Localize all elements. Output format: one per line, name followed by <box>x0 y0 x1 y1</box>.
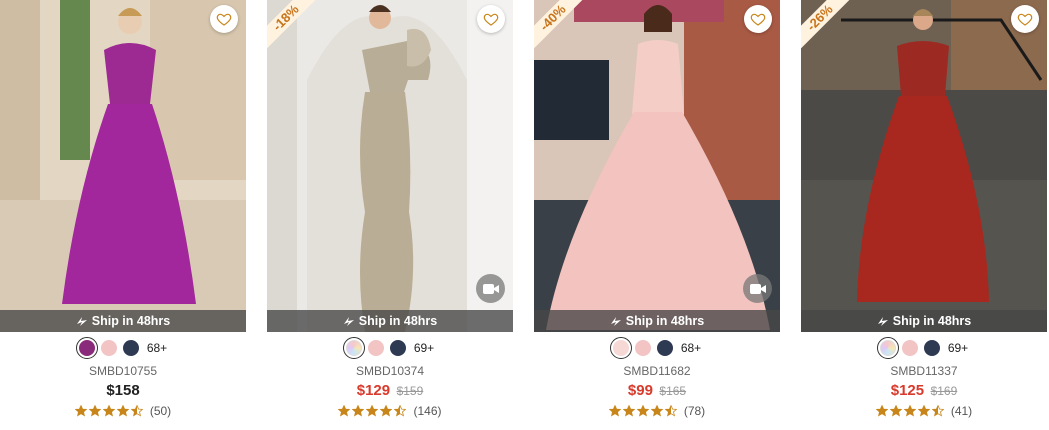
product-image[interactable] <box>0 0 246 332</box>
review-count: (50) <box>149 404 172 418</box>
color-swatch[interactable] <box>609 337 632 359</box>
fast-shipping-icon <box>877 317 888 326</box>
star-icon <box>102 405 115 417</box>
current-price: $125 <box>890 382 925 399</box>
heart-outline-icon <box>1017 13 1033 26</box>
color-swatch[interactable] <box>122 340 139 356</box>
ship-label: Ship in 48hrs <box>625 314 705 328</box>
more-colors-link[interactable]: 68+ <box>147 341 167 355</box>
color-swatch[interactable] <box>923 340 940 356</box>
star-icon <box>903 405 916 417</box>
star-icon <box>130 405 143 417</box>
star-icon <box>917 405 930 417</box>
color-swatch[interactable] <box>901 340 918 356</box>
color-swatch[interactable] <box>389 340 406 356</box>
rating[interactable]: (78) <box>534 404 780 418</box>
more-colors-link[interactable]: 69+ <box>948 341 968 355</box>
original-price: $169 <box>930 384 958 398</box>
favorite-button[interactable] <box>210 5 238 33</box>
product-card[interactable]: Ship in 48hrs 68+ SMBD10755 $158 (50) <box>0 0 246 430</box>
star-icon <box>636 405 649 417</box>
favorite-button[interactable] <box>477 5 505 33</box>
color-swatches: 69+ <box>267 337 513 359</box>
star-icon <box>664 405 677 417</box>
original-price: $159 <box>396 384 424 398</box>
favorite-button[interactable] <box>1011 5 1039 33</box>
video-button[interactable] <box>476 274 505 303</box>
video-button[interactable] <box>743 274 772 303</box>
current-price: $129 <box>356 382 391 399</box>
color-swatch[interactable] <box>876 337 899 359</box>
color-swatch[interactable] <box>75 337 98 359</box>
product-card[interactable]: -18% Ship in 48hrs 69+ SMBD10374 $129 $1… <box>267 0 513 430</box>
product-image[interactable] <box>801 0 1047 332</box>
color-swatch[interactable] <box>100 340 117 356</box>
original-price: $165 <box>659 384 687 398</box>
star-icon <box>352 405 365 417</box>
star-icon <box>875 405 888 417</box>
star-icon <box>650 405 663 417</box>
color-swatch[interactable] <box>656 340 673 356</box>
heart-outline-icon <box>483 13 499 26</box>
star-icon <box>394 405 407 417</box>
heart-outline-icon <box>750 13 766 26</box>
color-swatches: 68+ <box>534 337 780 359</box>
product-sku: SMBD11682 <box>623 364 691 378</box>
product-card[interactable]: -26% Ship in 48hrs 69+ SMBD11337 $125 $1… <box>801 0 1047 430</box>
product-card[interactable]: -40% Ship in 48hrs 68+ SMBD11682 $99 $16… <box>534 0 780 430</box>
ship-label: Ship in 48hrs <box>358 314 438 328</box>
star-icon <box>74 405 87 417</box>
color-swatch[interactable] <box>342 337 365 359</box>
fast-shipping-icon <box>610 317 621 326</box>
star-icon <box>116 405 129 417</box>
star-icon <box>88 405 101 417</box>
product-photo <box>801 0 1047 332</box>
current-price: $158 <box>106 382 140 399</box>
star-icon <box>622 405 635 417</box>
product-sku: SMBD11337 <box>890 364 958 378</box>
color-swatches: 68+ <box>0 337 246 359</box>
product-grid: Ship in 48hrs 68+ SMBD10755 $158 (50) -1… <box>0 0 1049 430</box>
ship-badge: Ship in 48hrs <box>534 310 780 332</box>
star-icon <box>889 405 902 417</box>
more-colors-link[interactable]: 69+ <box>414 341 434 355</box>
star-icon <box>380 405 393 417</box>
color-swatch[interactable] <box>634 340 651 356</box>
star-icon <box>931 405 944 417</box>
more-colors-link[interactable]: 68+ <box>681 341 701 355</box>
ship-label: Ship in 48hrs <box>91 314 171 328</box>
ship-badge: Ship in 48hrs <box>0 310 246 332</box>
product-sku: SMBD10374 <box>355 364 425 378</box>
fast-shipping-icon <box>343 317 354 326</box>
ship-label: Ship in 48hrs <box>892 314 972 328</box>
star-icon <box>608 405 621 417</box>
ship-badge: Ship in 48hrs <box>801 310 1047 332</box>
color-swatches: 69+ <box>801 337 1047 359</box>
video-camera-icon <box>482 283 499 294</box>
star-icon <box>366 405 379 417</box>
star-icon <box>338 405 351 417</box>
price-block: $129 $159 <box>267 382 513 400</box>
price-block: $99 $165 <box>534 382 780 400</box>
rating[interactable]: (50) <box>0 404 246 418</box>
fast-shipping-icon <box>76 317 87 326</box>
review-count: (146) <box>413 404 442 418</box>
rating[interactable]: (146) <box>267 404 513 418</box>
product-sku: SMBD10755 <box>88 364 158 378</box>
color-swatch[interactable] <box>367 340 384 356</box>
review-count: (78) <box>683 404 706 418</box>
current-price: $99 <box>627 382 653 399</box>
heart-outline-icon <box>216 13 232 26</box>
ship-badge: Ship in 48hrs <box>267 310 513 332</box>
price-block: $125 $169 <box>801 382 1047 400</box>
rating[interactable]: (41) <box>801 404 1047 418</box>
product-photo <box>0 0 246 332</box>
review-count: (41) <box>950 404 973 418</box>
video-camera-icon <box>749 283 766 294</box>
price-block: $158 <box>0 382 246 400</box>
favorite-button[interactable] <box>744 5 772 33</box>
